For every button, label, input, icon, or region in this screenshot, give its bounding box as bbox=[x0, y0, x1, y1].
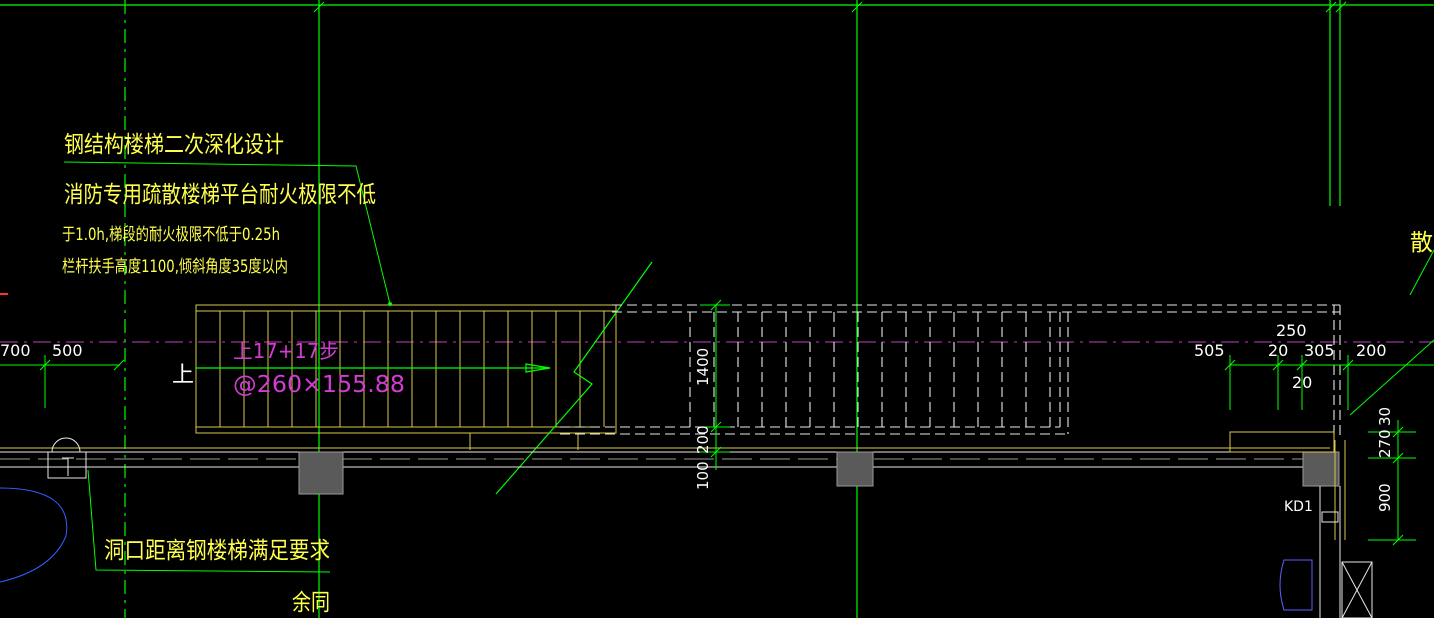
edge-label: 散 bbox=[1410, 230, 1433, 256]
upper-flight-dashed bbox=[560, 304, 1341, 440]
dim-700: 700 bbox=[0, 341, 31, 360]
left-door-arc bbox=[0, 487, 68, 583]
dim-270: 270 bbox=[1376, 429, 1394, 458]
opening-distance-note: 洞口距离钢楼梯满足要求 bbox=[104, 538, 330, 564]
fire-rating-note-2: 于1.0h,梯段的耐火极限不低于0.25h bbox=[62, 225, 280, 245]
dim-30: 30 bbox=[1376, 407, 1394, 426]
door-swing bbox=[1279, 559, 1313, 611]
up-label: 上 bbox=[172, 363, 194, 388]
dim-20-top: 20 bbox=[1268, 341, 1288, 360]
tread-size-label: @260×155.88 bbox=[233, 372, 405, 398]
step-count-label: 上17+17步 bbox=[233, 339, 339, 363]
dim-1400: 1400 bbox=[694, 348, 712, 386]
dim-500: 500 bbox=[52, 341, 83, 360]
dim-20-bottom: 20 bbox=[1292, 373, 1312, 392]
fire-rating-note-1: 消防专用疏散楼梯平台耐火极限不低 bbox=[64, 182, 376, 208]
dim-305: 305 bbox=[1304, 341, 1335, 360]
walking-line bbox=[196, 363, 551, 373]
columns bbox=[298, 451, 1340, 495]
leader-dot bbox=[388, 302, 392, 306]
left-opening bbox=[47, 437, 87, 479]
dim-200-right: 200 bbox=[1356, 341, 1387, 360]
dimension-lines bbox=[0, 299, 1434, 546]
dim-100-vertical: 100 bbox=[694, 461, 712, 490]
kd1-tag: KD1 bbox=[1284, 499, 1313, 515]
same-note: 余同 bbox=[292, 590, 330, 616]
grid-lines bbox=[0, 0, 1434, 618]
grid-tick-marks bbox=[313, 1, 1347, 13]
cad-canvas[interactable]: 钢结构楼梯二次深化设计 消防专用疏散楼梯平台耐火极限不低 于1.0h,梯段的耐火… bbox=[0, 0, 1434, 618]
dim-900: 900 bbox=[1376, 483, 1394, 512]
right-walls bbox=[1319, 486, 1373, 618]
stair-plan-drawing: 钢结构楼梯二次深化设计 消防专用疏散楼梯平台耐火极限不低 于1.0h,梯段的耐火… bbox=[0, 0, 1434, 618]
handrail-note: 栏杆扶手高度1100,倾斜角度35度以内 bbox=[62, 257, 288, 277]
dim-250: 250 bbox=[1276, 321, 1307, 340]
dim-200-vertical: 200 bbox=[694, 425, 712, 454]
dim-505: 505 bbox=[1194, 341, 1225, 360]
steel-stair-note: 钢结构楼梯二次深化设计 bbox=[64, 132, 284, 158]
